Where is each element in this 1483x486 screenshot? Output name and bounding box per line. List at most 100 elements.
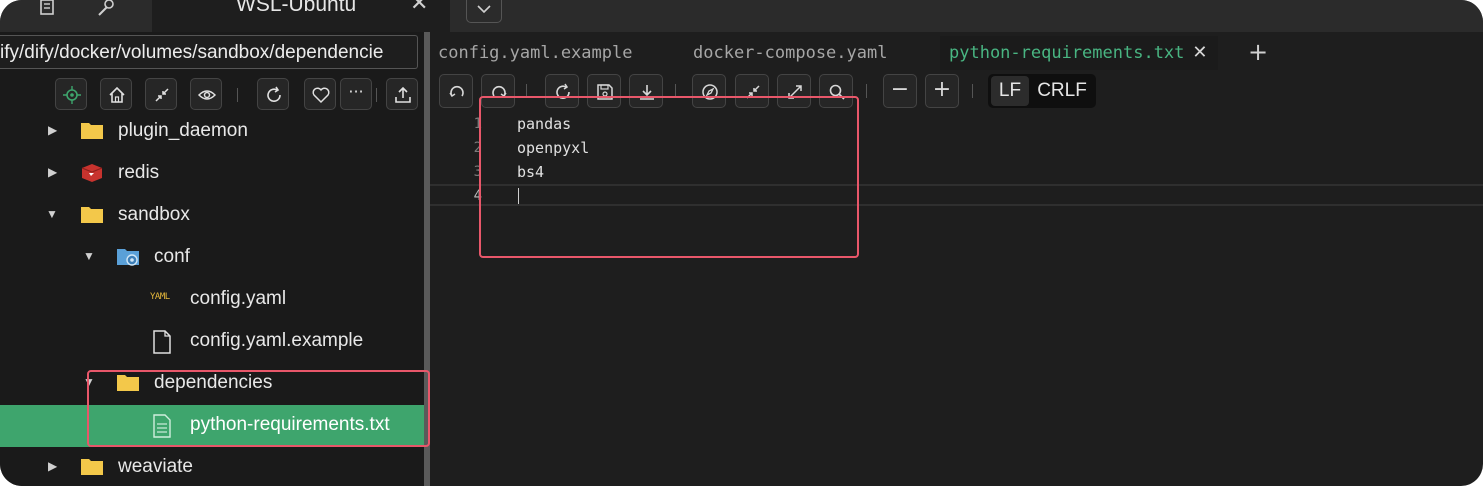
- toolbar-divider: [675, 84, 676, 98]
- tree-item-python-requirements[interactable]: python-requirements.txt: [0, 405, 424, 447]
- save-button[interactable]: [587, 74, 621, 108]
- heart-icon: [312, 87, 330, 104]
- config-folder-icon: [116, 246, 140, 268]
- upload-icon: [395, 86, 411, 103]
- search-icon: [829, 84, 845, 100]
- tab-label: python-requirements.txt: [949, 43, 1185, 63]
- line-number: 4: [473, 188, 482, 204]
- tree-item-label: sandbox: [118, 204, 190, 225]
- zoom-out-icon: −: [890, 77, 910, 102]
- tree-item-label: config.yaml: [190, 288, 287, 309]
- expand-icon: [788, 85, 802, 99]
- tab-config-yaml-example[interactable]: config.yaml.example: [438, 36, 632, 70]
- favorite-button[interactable]: [304, 78, 336, 110]
- editor-tabs: config.yaml.example docker-compose.yaml …: [430, 36, 1483, 70]
- toolbar-divider: [526, 84, 527, 98]
- tree-item-label: weaviate: [118, 456, 193, 477]
- tree-item-label: plugin_daemon: [118, 120, 248, 141]
- folder-icon: [116, 372, 140, 394]
- line-ending-crlf[interactable]: CRLF: [1032, 76, 1092, 106]
- shrink-button[interactable]: [735, 74, 769, 108]
- tree-item-weaviate[interactable]: ▶ weaviate: [0, 447, 424, 486]
- zoom-in-button[interactable]: +: [925, 74, 959, 108]
- tab-wsl-ubuntu[interactable]: WSL-Ubuntu ✕: [152, 0, 450, 32]
- line-number: 3: [473, 164, 482, 180]
- close-tab-icon[interactable]: ✕: [1192, 42, 1207, 63]
- line-ending-toggle: LF CRLF: [988, 74, 1096, 108]
- tree-item-label: redis: [118, 162, 160, 183]
- show-hidden-button[interactable]: [190, 78, 222, 110]
- more-icon: ···: [348, 82, 364, 101]
- expand-button[interactable]: [777, 74, 811, 108]
- tree-item-conf[interactable]: ▼ conf: [0, 237, 424, 279]
- refresh-button[interactable]: [257, 78, 289, 110]
- home-button[interactable]: [100, 78, 132, 110]
- folder-icon: [80, 204, 104, 226]
- undo-button[interactable]: [439, 74, 473, 108]
- chevron-down-icon[interactable]: ▼: [83, 249, 95, 263]
- redo-button[interactable]: [481, 74, 515, 108]
- zoom-in-icon: +: [932, 77, 952, 102]
- search-button[interactable]: [819, 74, 853, 108]
- text-cursor: [518, 188, 519, 204]
- chevron-right-icon[interactable]: ▶: [48, 165, 60, 179]
- tree-item-label: conf: [154, 246, 190, 267]
- tree-item-plugin-daemon[interactable]: ▶ plugin_daemon: [0, 111, 424, 153]
- tree-item-redis[interactable]: ▶ redis: [0, 153, 424, 195]
- chevron-right-icon[interactable]: ▶: [48, 123, 60, 137]
- tab-title: WSL-Ubuntu: [236, 0, 357, 16]
- wrench-icon[interactable]: [90, 0, 120, 18]
- code-line[interactable]: bs4: [517, 163, 544, 181]
- line-number: 2: [473, 140, 482, 156]
- new-tab-button[interactable]: +: [1248, 36, 1268, 68]
- chevron-right-icon[interactable]: ▶: [48, 459, 60, 473]
- home-icon: [109, 86, 125, 103]
- shrink-icon: [746, 85, 760, 99]
- code-line[interactable]: openpyxl: [517, 139, 589, 157]
- redis-icon: [80, 162, 104, 184]
- zoom-out-button[interactable]: −: [883, 74, 917, 108]
- locate-icon: [63, 86, 81, 104]
- chevron-down-icon[interactable]: ▼: [46, 207, 58, 221]
- refresh-icon: [267, 86, 281, 102]
- toolbar-divider: [237, 88, 238, 102]
- tree-item-config-yaml-example[interactable]: config.yaml.example: [0, 321, 424, 363]
- collapse-button[interactable]: [145, 78, 177, 110]
- toolbar-divider: [866, 84, 867, 98]
- tree-item-label: dependencies: [154, 372, 273, 393]
- code-line[interactable]: pandas: [517, 115, 571, 133]
- path-input[interactable]: ify/dify/docker/volumes/sandbox/dependen…: [0, 35, 418, 69]
- reload-button[interactable]: [545, 74, 579, 108]
- tab-dropdown-button[interactable]: [466, 0, 502, 23]
- compass-icon: [702, 84, 718, 100]
- reload-icon: [556, 83, 570, 99]
- tree-item-dependencies[interactable]: ▼ dependencies: [0, 363, 424, 405]
- tab-docker-compose[interactable]: docker-compose.yaml: [693, 36, 887, 70]
- app-window: WSL-Ubuntu ✕ ify/dify/docker/volumes/san…: [0, 0, 1483, 486]
- menu-icon[interactable]: [32, 0, 62, 18]
- locate-button[interactable]: [55, 78, 87, 110]
- download-icon: [640, 85, 654, 100]
- toolbar-divider: [376, 88, 377, 102]
- close-tab-icon[interactable]: ✕: [410, 0, 428, 14]
- path-value: ify/dify/docker/volumes/sandbox/dependen…: [0, 42, 384, 63]
- tree-item-config-yaml[interactable]: YAML config.yaml: [0, 279, 424, 321]
- compass-button[interactable]: [692, 74, 726, 108]
- upload-button[interactable]: [386, 78, 418, 110]
- tab-python-requirements[interactable]: python-requirements.txt ✕: [940, 36, 1218, 70]
- file-icon: [152, 330, 176, 354]
- chevron-down-icon[interactable]: ▼: [83, 375, 95, 389]
- chevron-down-icon: [477, 5, 491, 14]
- tab-label: docker-compose.yaml: [693, 43, 888, 63]
- tree-item-label: python-requirements.txt: [190, 414, 390, 435]
- panel-splitter[interactable]: [424, 32, 430, 486]
- tree-item-label: config.yaml.example: [190, 330, 364, 351]
- more-button[interactable]: ···: [340, 78, 372, 110]
- eye-icon: [198, 90, 216, 100]
- save-icon: [597, 84, 613, 100]
- download-button[interactable]: [629, 74, 663, 108]
- collapse-icon: [155, 88, 169, 102]
- line-ending-lf[interactable]: LF: [991, 76, 1029, 106]
- file-explorer: ify/dify/docker/volumes/sandbox/dependen…: [0, 32, 424, 486]
- tree-item-sandbox[interactable]: ▼ sandbox: [0, 195, 424, 237]
